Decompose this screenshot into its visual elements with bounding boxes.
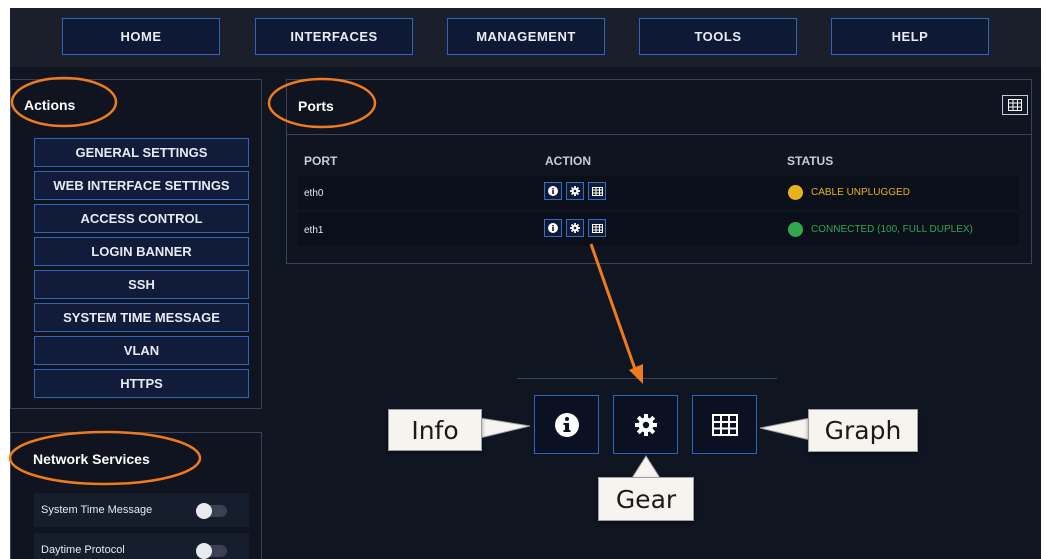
table-row: eth1 CONNECTED (100, FULL DUPLEX) xyxy=(298,213,1019,246)
port-name: eth1 xyxy=(304,225,324,236)
https-button[interactable]: HTTPS xyxy=(34,369,249,398)
ports-graph-button[interactable] xyxy=(1002,95,1028,115)
network-services-panel: Network Services System Time Message Day… xyxy=(10,432,262,559)
info-button[interactable] xyxy=(544,182,562,200)
grid-icon xyxy=(591,223,603,233)
gear-icon xyxy=(570,223,580,233)
ssh-button[interactable]: SSH xyxy=(34,270,249,299)
nav-management-button[interactable]: MANAGEMENT xyxy=(447,18,605,55)
access-control-button[interactable]: ACCESS CONTROL xyxy=(34,204,249,233)
nav-interfaces-button[interactable]: INTERFACES xyxy=(255,18,413,55)
web-interface-settings-button[interactable]: WEB INTERFACE SETTINGS xyxy=(34,171,249,200)
gear-icon xyxy=(634,413,657,436)
login-banner-button[interactable]: LOGIN BANNER xyxy=(34,237,249,266)
vlan-button[interactable]: VLAN xyxy=(34,336,249,365)
info-button-zoomed[interactable] xyxy=(534,395,599,454)
service-row-system-time-message: System Time Message xyxy=(34,493,249,527)
status-text: CONNECTED (100, FULL DUPLEX) xyxy=(811,224,973,235)
daytime-protocol-toggle[interactable] xyxy=(196,543,227,559)
toggle-knob xyxy=(196,543,212,559)
graph-button-zoomed[interactable] xyxy=(692,395,757,454)
gear-button[interactable] xyxy=(566,219,584,237)
info-icon xyxy=(548,223,558,233)
service-label: System Time Message xyxy=(41,504,153,516)
system-time-message-button[interactable]: SYSTEM TIME MESSAGE xyxy=(34,303,249,332)
column-header-status: STATUS xyxy=(787,154,834,168)
grid-icon xyxy=(711,413,738,436)
port-name: eth0 xyxy=(304,188,324,199)
panel-divider xyxy=(287,134,1031,135)
app-window: HOME INTERFACES MANAGEMENT TOOLS HELP Ac… xyxy=(10,8,1041,559)
gear-button-zoomed[interactable] xyxy=(613,395,678,454)
toggle-knob xyxy=(196,503,212,519)
graph-button[interactable] xyxy=(588,219,606,237)
column-header-port: PORT xyxy=(304,154,338,168)
info-callout: Info xyxy=(388,409,482,451)
actions-panel: Actions GENERAL SETTINGS WEB INTERFACE S… xyxy=(10,79,262,409)
system-time-message-toggle[interactable] xyxy=(196,503,227,519)
top-navigation: HOME INTERFACES MANAGEMENT TOOLS HELP xyxy=(10,8,1041,67)
status-indicator xyxy=(788,185,803,200)
info-button[interactable] xyxy=(544,219,562,237)
service-label: Daytime Protocol xyxy=(41,544,125,556)
grid-icon xyxy=(591,186,603,196)
gear-icon xyxy=(570,186,580,196)
nav-help-button[interactable]: HELP xyxy=(831,18,989,55)
gear-button[interactable] xyxy=(566,182,584,200)
status-indicator xyxy=(788,222,803,237)
status-text: CABLE UNPLUGGED xyxy=(811,187,910,198)
graph-button[interactable] xyxy=(588,182,606,200)
nav-tools-button[interactable]: TOOLS xyxy=(639,18,797,55)
gear-callout: Gear xyxy=(598,477,694,521)
info-icon xyxy=(548,186,558,196)
info-icon xyxy=(554,412,579,437)
network-services-title: Network Services xyxy=(33,451,150,467)
service-row-daytime-protocol: Daytime Protocol xyxy=(34,533,249,559)
divider xyxy=(517,378,777,379)
column-header-action: ACTION xyxy=(545,154,591,168)
actions-title: Actions xyxy=(24,97,76,113)
general-settings-button[interactable]: GENERAL SETTINGS xyxy=(34,138,249,167)
graph-callout: Graph xyxy=(808,409,918,452)
table-row: eth0 CABLE UNPLUGGED xyxy=(298,176,1019,209)
nav-home-button[interactable]: HOME xyxy=(62,18,220,55)
grid-icon xyxy=(1008,99,1022,111)
ports-title: Ports xyxy=(298,98,334,114)
